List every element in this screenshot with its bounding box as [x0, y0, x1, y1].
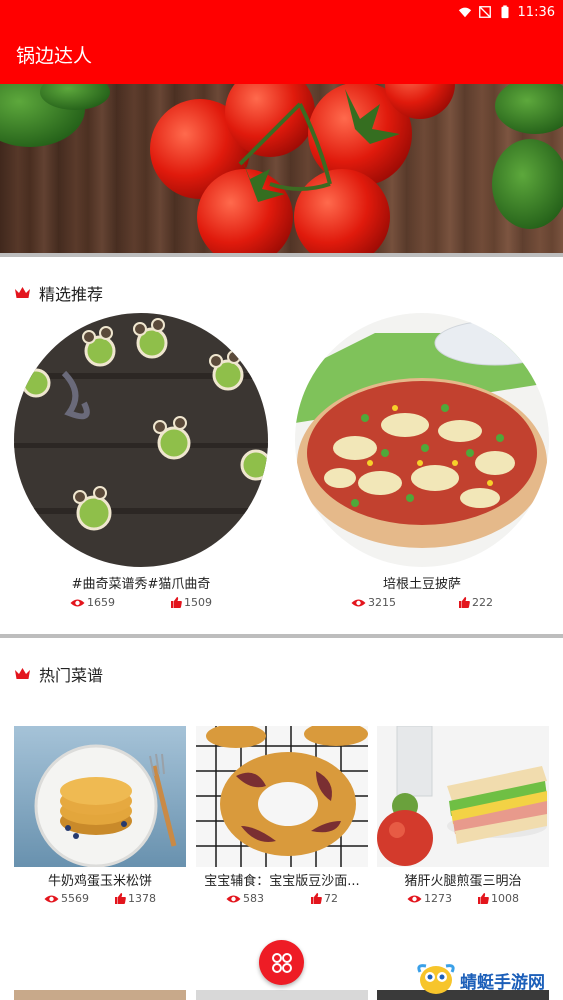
- popular-title: 热门菜谱: [39, 666, 104, 685]
- card-stats: 583 72: [196, 892, 368, 905]
- likes-stat: 1008: [478, 892, 519, 905]
- battery-icon: [501, 5, 509, 19]
- views-stat: 3215: [351, 596, 396, 609]
- wifi-icon: [458, 7, 471, 18]
- likes-count: 1509: [184, 596, 212, 609]
- featured-title: 精选推荐: [39, 285, 104, 304]
- app-bar: 锅边达人: [0, 24, 563, 84]
- divider: [0, 253, 563, 257]
- featured-card-cookies[interactable]: #曲奇菜谱秀#猫爪曲奇 1659 1509: [14, 313, 268, 609]
- crown-icon: [15, 668, 30, 679]
- eye-icon: [226, 895, 241, 902]
- eye-icon: [407, 895, 422, 902]
- likes-count: 1378: [128, 892, 156, 905]
- likes-stat: 1378: [115, 892, 156, 905]
- watermark: 蜻蜓手游网: [416, 960, 563, 1000]
- pizza-photo: [295, 313, 549, 567]
- crown-icon: [15, 287, 30, 298]
- eye-icon: [44, 895, 59, 902]
- card-title: 猪肝火腿煎蛋三明治: [404, 874, 522, 889]
- next-row-card[interactable]: [196, 990, 368, 1000]
- likes-stat: 1509: [171, 596, 212, 609]
- views-count: 583: [243, 892, 264, 905]
- eye-icon: [70, 599, 85, 606]
- banner-image[interactable]: [0, 84, 563, 253]
- views-stat: 1659: [70, 596, 115, 609]
- status-bar: 11:36: [0, 0, 563, 24]
- featured-card-pizza[interactable]: 培根土豆披萨 3215 222: [295, 313, 549, 609]
- views-count: 1659: [87, 596, 115, 609]
- likes-stat: 222: [459, 596, 493, 609]
- next-row-card[interactable]: [14, 990, 186, 1000]
- featured-header: 精选推荐: [14, 281, 103, 305]
- card-title: #曲奇菜谱秀#猫爪曲奇: [71, 577, 211, 592]
- views-stat: 583: [226, 892, 264, 905]
- menu-fab-button[interactable]: [259, 940, 304, 985]
- card-stats: 5569 1378: [14, 892, 186, 905]
- thumb-up-icon: [459, 597, 470, 608]
- card-title: 牛奶鸡蛋玉米松饼: [47, 874, 152, 889]
- views-count: 5569: [61, 892, 89, 905]
- app-title: 锅边达人: [16, 44, 93, 67]
- card-title: 宝宝辅食：宝宝版豆沙面...: [204, 874, 360, 889]
- thumb-up-icon: [311, 893, 322, 904]
- sandwich-photo: [377, 726, 549, 867]
- bread-photo: [196, 726, 368, 867]
- thumb-up-icon: [478, 893, 489, 904]
- recipe-card-pancakes[interactable]: 牛奶鸡蛋玉米松饼 5569 1378: [14, 726, 186, 905]
- views-count: 1273: [424, 892, 452, 905]
- card-stats: 1273 1008: [377, 892, 549, 905]
- views-count: 3215: [368, 596, 396, 609]
- card-stats: 3215 222: [295, 596, 549, 609]
- dragonfly-logo-icon: [417, 964, 455, 994]
- cookie-photo: [14, 313, 268, 567]
- likes-count: 72: [324, 892, 338, 905]
- popular-header: 热门菜谱: [14, 662, 103, 686]
- views-stat: 1273: [407, 892, 452, 905]
- views-stat: 5569: [44, 892, 89, 905]
- eye-icon: [351, 599, 366, 606]
- likes-count: 222: [472, 596, 493, 609]
- thumb-up-icon: [115, 893, 126, 904]
- thumb-up-icon: [171, 597, 182, 608]
- likes-count: 1008: [491, 892, 519, 905]
- likes-stat: 72: [311, 892, 338, 905]
- grid-menu-icon: [271, 952, 292, 973]
- card-title: 培根土豆披萨: [382, 577, 461, 592]
- tomato-illustration: [0, 84, 563, 253]
- status-time: 11:36: [517, 4, 555, 20]
- recipe-card-sandwich[interactable]: 猪肝火腿煎蛋三明治 1273 1008: [377, 726, 549, 905]
- watermark-text: 蜻蜓手游网: [460, 972, 545, 993]
- divider: [0, 634, 563, 638]
- recipe-card-bread[interactable]: 宝宝辅食：宝宝版豆沙面... 583 72: [196, 726, 368, 905]
- pancake-photo: [14, 726, 186, 867]
- signal-off-icon: [478, 6, 491, 18]
- card-stats: 1659 1509: [14, 596, 268, 609]
